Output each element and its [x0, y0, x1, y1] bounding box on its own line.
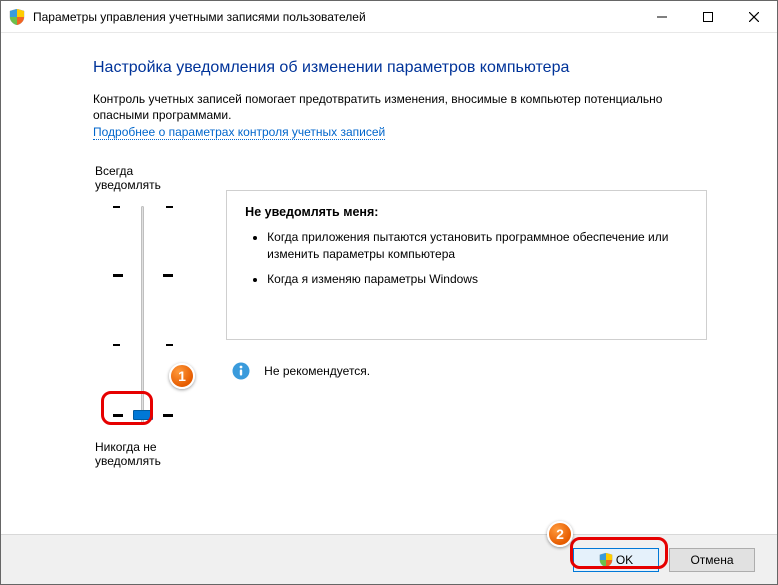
info-icon	[232, 362, 250, 380]
slider-tick	[113, 344, 173, 346]
window-controls	[639, 1, 777, 32]
info-box: Не уведомлять меня: Когда приложения пыт…	[226, 190, 707, 340]
info-bullet: Когда приложения пытаются установить про…	[267, 229, 688, 263]
minimize-button[interactable]	[639, 1, 685, 32]
content-area: Настройка уведомления об изменении парам…	[1, 33, 777, 468]
recommendation-row: Не рекомендуется.	[226, 362, 707, 380]
slider-track	[141, 206, 144, 424]
titlebar: Параметры управления учетными записями п…	[1, 1, 777, 33]
description-text: Контроль учетных записей помогает предот…	[93, 91, 707, 123]
recommendation-text: Не рекомендуется.	[264, 364, 370, 378]
maximize-button[interactable]	[685, 1, 731, 32]
learn-more-link[interactable]: Подробнее о параметрах контроля учетных …	[93, 125, 385, 140]
maximize-icon	[703, 12, 713, 22]
uac-settings-window: Параметры управления учетными записями п…	[0, 0, 778, 585]
info-bullet-list: Когда приложения пытаются установить про…	[245, 229, 688, 287]
slider-tick	[113, 206, 173, 208]
slider-column: Всегда уведомлять Никогда не уведомлять	[93, 164, 196, 468]
cancel-button[interactable]: Отмена	[669, 548, 755, 572]
shield-icon	[599, 553, 613, 567]
slider-thumb[interactable]	[133, 410, 153, 420]
cancel-button-label: Отмена	[690, 553, 733, 567]
shield-icon	[9, 9, 25, 25]
info-title: Не уведомлять меня:	[245, 205, 688, 219]
notification-level-slider[interactable]	[103, 200, 183, 430]
window-title: Параметры управления учетными записями п…	[33, 10, 639, 24]
slider-bottom-label: Никогда не уведомлять	[95, 440, 196, 468]
close-button[interactable]	[731, 1, 777, 32]
close-icon	[749, 12, 759, 22]
ok-button[interactable]: OK	[573, 548, 659, 572]
info-bullet: Когда я изменяю параметры Windows	[267, 271, 688, 288]
page-heading: Настройка уведомления об изменении парам…	[93, 59, 707, 77]
slider-area: Всегда уведомлять Никогда не уведомлять …	[93, 164, 707, 468]
info-panel: Не уведомлять меня: Когда приложения пыт…	[226, 190, 707, 380]
button-bar: OK Отмена	[1, 534, 777, 584]
slider-top-label: Всегда уведомлять	[95, 164, 196, 192]
minimize-icon	[657, 12, 667, 22]
ok-button-label: OK	[616, 553, 633, 567]
slider-tick	[113, 274, 173, 277]
